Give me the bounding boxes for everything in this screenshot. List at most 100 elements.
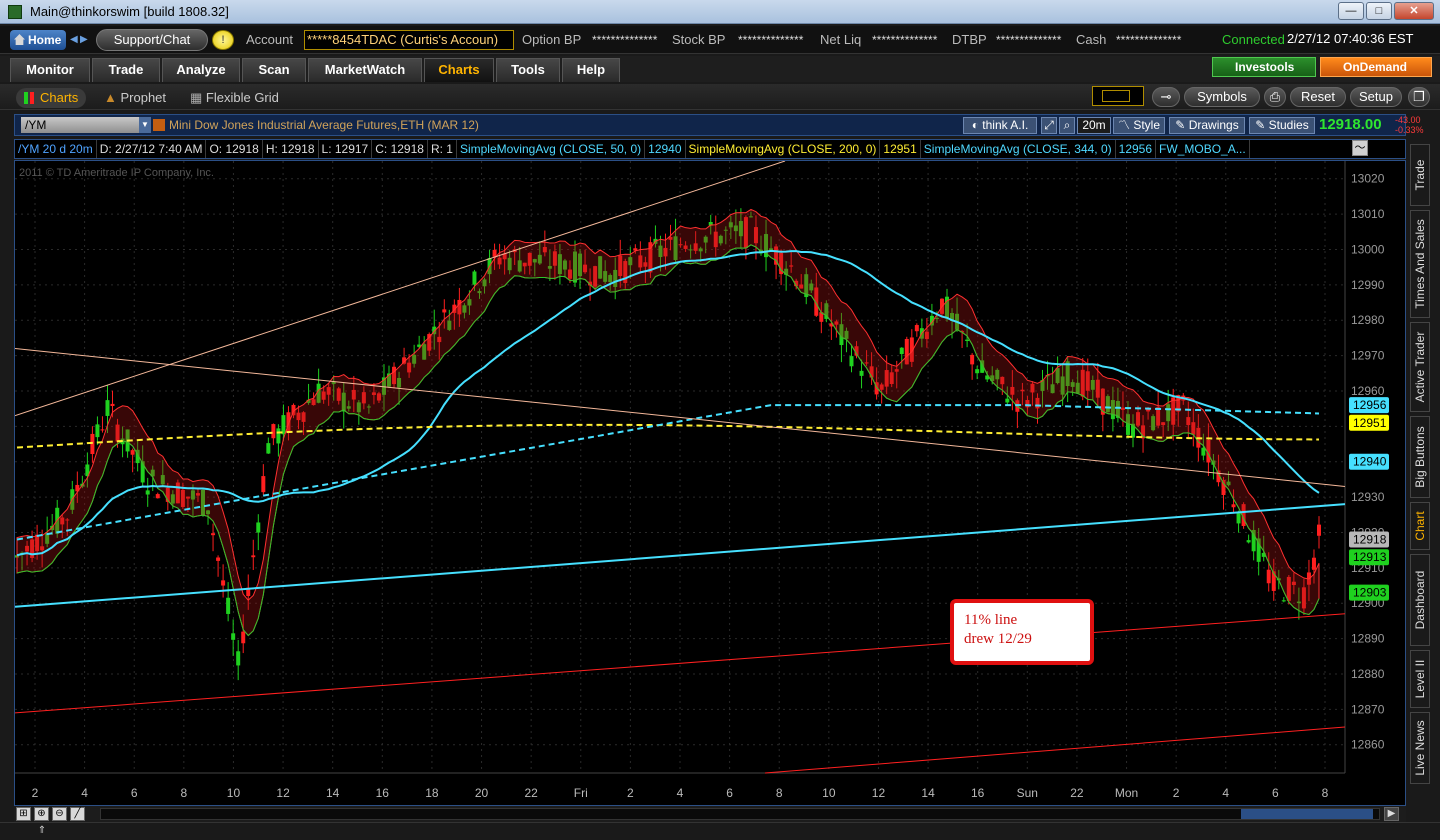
candle-body: [231, 633, 236, 640]
study-header-item: C: 12918: [372, 140, 428, 158]
candle-body: [849, 356, 854, 367]
subtab-flexible-grid[interactable]: ▦ Flexible Grid: [190, 88, 279, 108]
zoom-icon[interactable]: ⤢: [1041, 117, 1057, 134]
sidebar-tab-level-ii[interactable]: Level II: [1410, 650, 1430, 708]
tab-charts[interactable]: Charts: [424, 58, 494, 82]
price-label: 12913: [1353, 550, 1387, 564]
maximize-button[interactable]: □: [1366, 2, 1392, 20]
sidebar-tab-big-buttons[interactable]: Big Buttons: [1410, 416, 1430, 498]
sidebar-tab-live-news[interactable]: Live News: [1410, 712, 1430, 784]
x-tick-label: 6: [726, 786, 733, 800]
y-tick-label: 12960: [1351, 384, 1385, 398]
tab-monitor[interactable]: Monitor: [10, 58, 90, 82]
study-header-item[interactable]: FW_MOBO_A...: [1156, 140, 1250, 158]
subtab-prophet[interactable]: ▲ Prophet: [104, 88, 166, 108]
option-bp-label: Option BP: [522, 32, 582, 47]
cash-label: Cash: [1076, 32, 1107, 47]
sidebar-tab-label: Trade: [1413, 159, 1427, 191]
candle-body: [1266, 569, 1271, 584]
link-icon[interactable]: ⊸: [1152, 87, 1180, 107]
draw-line-icon[interactable]: ╱: [70, 807, 85, 821]
think-ai-button[interactable]: ◐ think A.I.: [963, 117, 1037, 134]
study-header-item[interactable]: SimpleMovingAvg (CLOSE, 200, 0): [686, 140, 881, 158]
style-label: Style: [1133, 118, 1161, 132]
time-scrollbar[interactable]: [100, 808, 1380, 820]
candle-body: [105, 400, 110, 416]
price-chart[interactable]: 2 4 6 8 10 12 14 16 18 20 22 Fri 2 4 6 8 10 12 14 16 Sun 22 Mo…: [15, 161, 1406, 806]
sidebar-tab-trade[interactable]: Trade: [1410, 144, 1430, 206]
back-arrow-icon[interactable]: ◀: [70, 34, 78, 45]
sidebar-tab-label: Times And Sales: [1413, 219, 1427, 309]
style-icon: 〽: [1117, 118, 1134, 132]
chart-settings-icon[interactable]: 〜: [1352, 140, 1368, 156]
sidebar-tab-label: Dashboard: [1413, 570, 1427, 630]
account-select[interactable]: *****8454TDAC (Curtis's Accoun): [304, 30, 514, 50]
tab-tools[interactable]: Tools: [496, 58, 560, 82]
sidebar-tab-active-trader[interactable]: Active Trader: [1410, 322, 1430, 412]
studies-button[interactable]: ✎ Studies: [1249, 117, 1315, 134]
candle-body: [110, 403, 115, 406]
symbol-link-icon[interactable]: [153, 119, 165, 131]
collapse-icon[interactable]: ⇑: [34, 825, 50, 837]
tab-marketwatch[interactable]: MarketWatch: [308, 58, 422, 82]
tab-scan[interactable]: Scan: [242, 58, 306, 82]
x-tick-label: 16: [376, 786, 390, 800]
zoom-in-icon[interactable]: ⊕: [34, 807, 49, 821]
reset-button[interactable]: Reset: [1290, 87, 1346, 107]
study-header-item[interactable]: SimpleMovingAvg (CLOSE, 50, 0): [457, 140, 646, 158]
think-ai-icon: ◐: [971, 118, 983, 132]
x-tick-label: 6: [1272, 786, 1279, 800]
study-header-item[interactable]: 12956: [1116, 140, 1157, 158]
drawings-button[interactable]: ✎ Drawings: [1169, 117, 1245, 134]
symbol-bar: /YM ▼ Mini Dow Jones Industrial Average …: [14, 114, 1424, 136]
forward-arrow-icon[interactable]: ▶: [80, 34, 88, 45]
alert-bulb-icon[interactable]: !: [212, 30, 234, 50]
tab-analyze[interactable]: Analyze: [162, 58, 240, 82]
candle-body: [970, 354, 975, 365]
setup-button[interactable]: Setup: [1350, 87, 1402, 107]
home-label: Home: [28, 33, 62, 47]
candle-body: [472, 271, 477, 285]
symbols-button[interactable]: Symbols: [1184, 87, 1260, 107]
symbol-dropdown-icon[interactable]: ▼: [139, 117, 151, 133]
zoom-out-icon[interactable]: ⊖: [52, 807, 67, 821]
x-tick-label: 12: [872, 786, 886, 800]
study-header-item[interactable]: 12940: [645, 140, 686, 158]
subtab-prophet-label: Prophet: [120, 90, 167, 105]
candle-body: [261, 476, 266, 493]
study-header-item[interactable]: 12951: [880, 140, 921, 158]
style-button[interactable]: 〽 Style: [1113, 117, 1165, 134]
sidebar-tab-chart[interactable]: Chart: [1410, 502, 1430, 550]
net-liq-value: **************: [872, 33, 938, 47]
time-scrollbar-thumb[interactable]: [1241, 809, 1373, 819]
chart-area[interactable]: 2 4 6 8 10 12 14 16 18 20 22 Fri 2 4 6 8 10 12 14 16 Sun 22 Mo…: [14, 160, 1406, 806]
tab-help[interactable]: Help: [562, 58, 620, 82]
ondemand-button[interactable]: OnDemand: [1320, 57, 1432, 77]
investools-button[interactable]: Investools: [1212, 57, 1316, 77]
tab-trade[interactable]: Trade: [92, 58, 160, 82]
app-icon: [8, 5, 22, 19]
print-icon[interactable]: ⎙: [1264, 87, 1286, 107]
detach-icon[interactable]: ❐: [1408, 87, 1430, 107]
subtab-charts[interactable]: Charts: [16, 88, 87, 108]
support-chat-button[interactable]: Support/Chat: [96, 29, 208, 51]
status-strip: ⇑: [0, 822, 1440, 840]
close-button[interactable]: ✕: [1394, 2, 1434, 20]
candle-body: [442, 309, 447, 313]
minimize-button[interactable]: —: [1338, 2, 1364, 20]
study-header-item[interactable]: SimpleMovingAvg (CLOSE, 344, 0): [921, 140, 1116, 158]
scroll-right-icon[interactable]: ▶: [1384, 807, 1399, 821]
sidebar-tab-times-and-sales[interactable]: Times And Sales: [1410, 210, 1430, 318]
home-button[interactable]: Home: [10, 30, 66, 50]
grid-layout-icon[interactable]: ⊞: [16, 807, 31, 821]
x-tick-label: 4: [677, 786, 684, 800]
candle-body: [256, 522, 261, 533]
x-tick-label: 8: [776, 786, 783, 800]
timeframe-button[interactable]: 20m: [1077, 117, 1111, 134]
symbol-color-box[interactable]: [1092, 86, 1144, 106]
candle-body: [914, 325, 919, 332]
sidebar-tab-dashboard[interactable]: Dashboard: [1410, 554, 1430, 646]
right-sidebar: Trade Times And Sales Active Trader Big …: [1408, 114, 1432, 806]
symbol-input[interactable]: /YM: [21, 117, 139, 133]
magnifier-icon[interactable]: ⌕: [1059, 117, 1075, 134]
